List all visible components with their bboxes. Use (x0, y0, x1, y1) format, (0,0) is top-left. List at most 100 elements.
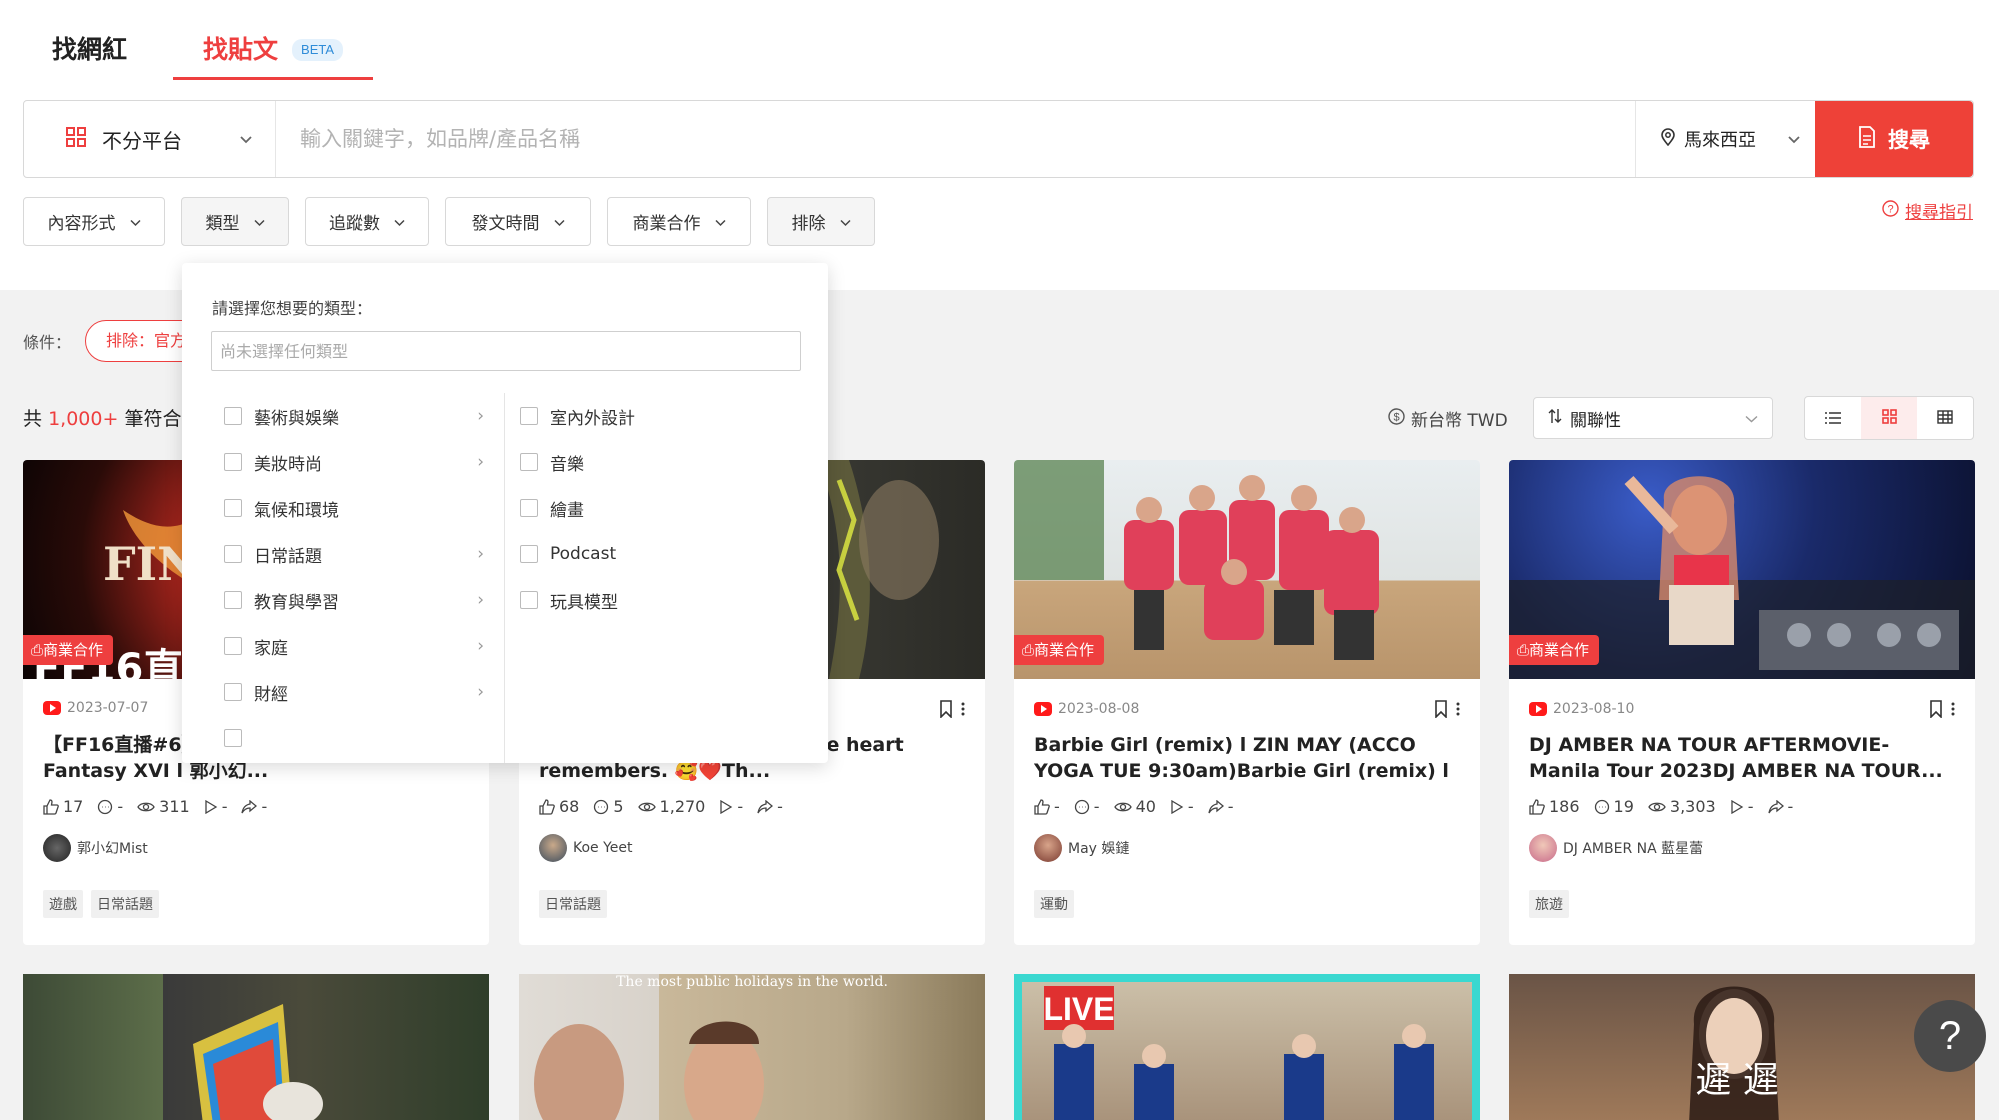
checkbox[interactable] (224, 499, 242, 517)
author[interactable]: DJ AMBER NA 藍星蕾 (1529, 834, 1703, 862)
checkbox[interactable] (520, 453, 538, 471)
checkbox[interactable] (520, 545, 538, 563)
comments-stat: 5 (593, 797, 624, 816)
filter-label: 內容形式 (47, 214, 116, 234)
document-icon (1858, 125, 1876, 153)
card-view-button[interactable] (1861, 397, 1917, 439)
filter-label: 排除 (791, 214, 826, 234)
views-count: 3,303 (1669, 797, 1716, 816)
help-button[interactable]: ? (1914, 1000, 1986, 1072)
views-count: 311 (159, 797, 190, 816)
post-title[interactable]: Barbie Girl (remix) l ZIN MAY (ACCO YOGA… (1034, 732, 1464, 784)
option-label: 氣候和環境 (254, 500, 339, 521)
bookmark-icon (940, 700, 952, 718)
tag[interactable]: 旅遊 (1529, 890, 1569, 918)
tab-find-posts[interactable]: 找貼文 BETA (173, 28, 374, 80)
filter-post-time[interactable]: 發文時間 (445, 197, 591, 246)
filter-category[interactable]: 類型 (181, 197, 289, 246)
category-search-input[interactable] (211, 331, 801, 371)
post-card[interactable]: ⎙商業合作 2023-08-08 Barbie Girl (remix) l Z… (1014, 460, 1480, 945)
option-label: 財經 (254, 684, 288, 705)
category-option[interactable] (224, 715, 484, 761)
filter-exclude[interactable]: 排除 (767, 197, 875, 246)
post-card[interactable]: The most public holidays in the world. (519, 974, 985, 1120)
likes-count: 186 (1549, 797, 1580, 816)
option-label: 教育與學習 (254, 592, 339, 613)
table-view-button[interactable] (1917, 397, 1973, 439)
search-guide-link[interactable]: ? 搜尋指引 (1882, 198, 1973, 223)
sponsored-badge: ⎙商業合作 (1509, 635, 1600, 665)
list-view-button[interactable] (1805, 397, 1861, 439)
search-button[interactable]: 搜尋 (1815, 101, 1973, 177)
platform-label: 不分平台 (102, 128, 182, 153)
comments-stat: - (1074, 797, 1100, 816)
tag[interactable]: 運動 (1034, 890, 1074, 918)
checkbox[interactable] (224, 683, 242, 701)
category-option[interactable]: 氣候和環境 (224, 485, 484, 531)
filter-label: 追蹤數 (329, 214, 380, 234)
shares-stat: - (1767, 797, 1793, 816)
checkbox[interactable] (224, 729, 242, 747)
list-icon (1825, 409, 1841, 428)
post-title[interactable]: DJ AMBER NA TOUR AFTERMOVIE-Manila Tour … (1529, 732, 1959, 784)
tab-find-influencer[interactable]: 找網紅 (52, 28, 127, 80)
filter-followers[interactable]: 追蹤數 (305, 197, 429, 246)
author[interactable]: May 娛鏈 (1034, 834, 1129, 862)
plays-count: - (1747, 797, 1754, 816)
likes-stat: 186 (1529, 797, 1580, 816)
platform-select[interactable]: 不分平台 (24, 101, 276, 177)
filter-content-type[interactable]: 內容形式 (23, 197, 165, 246)
category-option[interactable]: 教育與學習 › (224, 577, 484, 623)
category-option[interactable]: 室內外設計 (520, 393, 800, 439)
play-icon (1171, 799, 1184, 814)
comment-icon (1074, 799, 1089, 814)
avatar (43, 834, 71, 862)
author[interactable]: Koe Yeet (539, 834, 633, 862)
checkbox[interactable] (224, 591, 242, 609)
post-card[interactable]: ⎙商業合作 2023-08-10 DJ AMBER NA TOUR AFTERM… (1509, 460, 1975, 945)
post-stats: - - 40 - - (1034, 797, 1247, 816)
checkbox[interactable] (224, 407, 242, 425)
tag[interactable]: 遊戲 (43, 890, 83, 918)
more-vertical-icon (1456, 702, 1460, 716)
post-card[interactable]: LIVE (1014, 974, 1480, 1120)
checkbox[interactable] (224, 453, 242, 471)
category-option[interactable]: 玩具模型 (520, 577, 800, 623)
author[interactable]: 郭小幻Mist (43, 834, 148, 862)
region-select[interactable]: 馬來西亞 (1635, 101, 1815, 177)
category-option[interactable]: 家庭 › (224, 623, 484, 669)
badge-label: 商業合作 (1034, 641, 1095, 659)
youtube-icon (1034, 702, 1052, 716)
option-label: 家庭 (254, 638, 288, 659)
checkbox[interactable] (520, 499, 538, 517)
category-option[interactable]: 藝術與娛樂 › (224, 393, 484, 439)
view-toggle (1804, 396, 1974, 440)
checkbox[interactable] (520, 591, 538, 609)
result-count-suffix: 筆符合 (124, 408, 182, 430)
keyword-field (276, 101, 1635, 177)
checkbox[interactable] (224, 545, 242, 563)
category-option[interactable]: 日常話題 › (224, 531, 484, 577)
card-actions (1434, 700, 1460, 718)
result-count: 共 1,000+ 筆符合 (23, 404, 181, 431)
tag[interactable]: 日常話題 (91, 890, 159, 918)
category-option[interactable]: 音樂 (520, 439, 800, 485)
post-card[interactable] (23, 974, 489, 1120)
chevron-down-icon (239, 130, 253, 149)
category-option[interactable]: 財經 › (224, 669, 484, 715)
post-card[interactable]: 遲 遲 (1509, 974, 1975, 1120)
category-option[interactable]: 美妝時尚 › (224, 439, 484, 485)
bag-icon: ⎙ (31, 641, 44, 659)
keyword-input[interactable] (300, 127, 1635, 151)
play-icon (1731, 799, 1743, 814)
checkbox[interactable] (520, 407, 538, 425)
play-icon (720, 799, 733, 814)
sort-select[interactable]: 關聯性 (1533, 397, 1773, 439)
category-option[interactable]: 繪畫 (520, 485, 800, 531)
checkbox[interactable] (224, 637, 242, 655)
column-divider (504, 393, 505, 763)
category-option[interactable]: Podcast (520, 531, 800, 577)
currency-selector[interactable]: $ 新台幣 TWD (1388, 406, 1508, 431)
filter-sponsorship[interactable]: 商業合作 (607, 197, 751, 246)
tag[interactable]: 日常話題 (539, 890, 607, 918)
